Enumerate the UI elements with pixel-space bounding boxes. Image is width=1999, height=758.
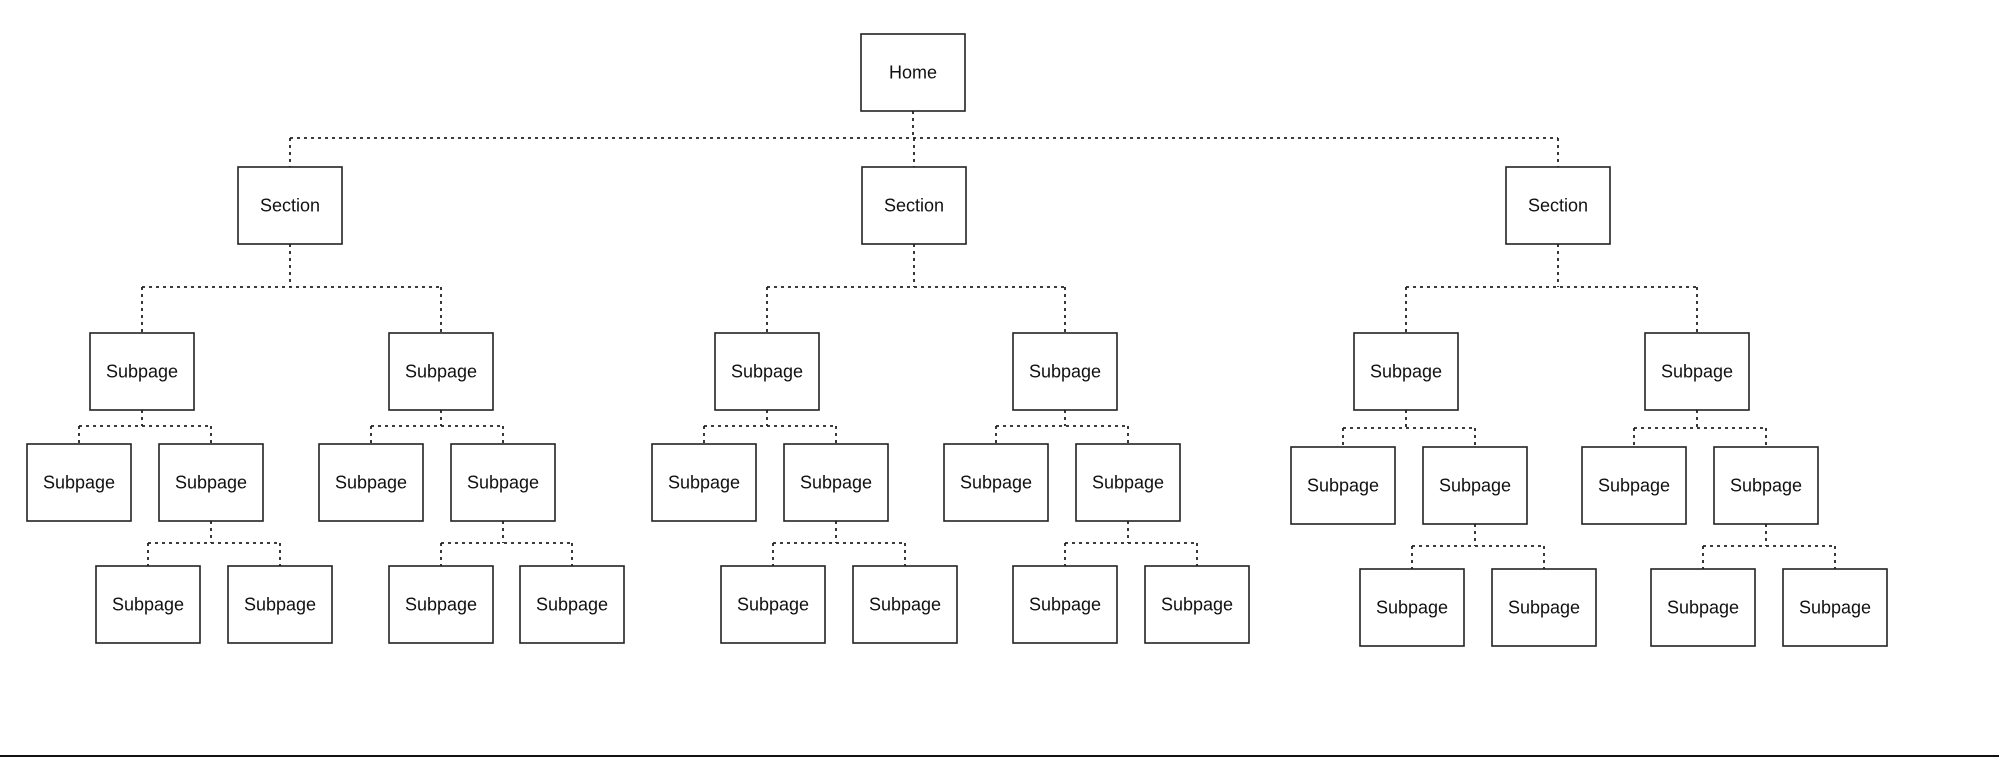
section-node: Section xyxy=(861,166,967,245)
subpage-node: Subpage xyxy=(852,565,958,644)
subpage-node: Subpage xyxy=(388,565,494,644)
node-label: Subpage xyxy=(405,362,477,382)
node-label: Subpage xyxy=(668,473,740,493)
node-label: Subpage xyxy=(467,473,539,493)
node-label: Subpage xyxy=(869,595,941,615)
node-label: Subpage xyxy=(1029,362,1101,382)
subpage-node: Subpage xyxy=(1075,443,1181,522)
subpage-node: Subpage xyxy=(1644,332,1750,411)
subpage-node: Subpage xyxy=(519,565,625,644)
subpage-node: Subpage xyxy=(1144,565,1250,644)
section-node: Section xyxy=(1505,166,1611,245)
subpage-node: Subpage xyxy=(1359,568,1465,647)
node-label: Subpage xyxy=(737,595,809,615)
subpage-node: Subpage xyxy=(714,332,820,411)
subpage-node: Subpage xyxy=(89,332,195,411)
node-label: Subpage xyxy=(960,473,1032,493)
node-label: Subpage xyxy=(1439,476,1511,496)
subpage-node: Subpage xyxy=(1581,446,1687,525)
nodes: Home Section Subpage Subpage Subpage Subpage S… xyxy=(26,33,1888,647)
subpage-node: Subpage xyxy=(318,443,424,522)
subpage-node: Subpage xyxy=(26,443,132,522)
node-label: Subpage xyxy=(244,595,316,615)
sitemap-diagram: Home Section Subpage Subpage Subpage Subpage S… xyxy=(26,33,1888,647)
subpage-node: Subpage xyxy=(158,443,264,522)
node-label: Subpage xyxy=(1508,598,1580,618)
subpage-node: Subpage xyxy=(1782,568,1888,647)
node-label: Subpage xyxy=(536,595,608,615)
subpage-node: Subpage xyxy=(1713,446,1819,525)
node-label: Subpage xyxy=(731,362,803,382)
subpage-node: Subpage xyxy=(95,565,201,644)
bottom-rule xyxy=(0,755,1999,757)
node-label: Subpage xyxy=(1661,362,1733,382)
subpage-node: Subpage xyxy=(943,443,1049,522)
node-label: Subpage xyxy=(800,473,872,493)
node-label: Subpage xyxy=(1029,595,1101,615)
node-label: Subpage xyxy=(405,595,477,615)
node-label: Section xyxy=(884,196,944,216)
node-label: Section xyxy=(1528,196,1588,216)
node-label: Subpage xyxy=(1799,598,1871,618)
node-label: Subpage xyxy=(1307,476,1379,496)
node-label: Subpage xyxy=(1376,598,1448,618)
node-label: Subpage xyxy=(1598,476,1670,496)
subpage-node: Subpage xyxy=(1012,565,1118,644)
subpage-node: Subpage xyxy=(1422,446,1528,525)
subpage-node: Subpage xyxy=(1353,332,1459,411)
subpage-node: Subpage xyxy=(450,443,556,522)
subpage-node: Subpage xyxy=(1650,568,1756,647)
node-label: Subpage xyxy=(1161,595,1233,615)
node-label: Subpage xyxy=(1730,476,1802,496)
node-label: Subpage xyxy=(43,473,115,493)
section-node: Section xyxy=(237,166,343,245)
subpage-node: Subpage xyxy=(1012,332,1118,411)
node-label: Subpage xyxy=(112,595,184,615)
subpage-node: Subpage xyxy=(388,332,494,411)
node-label: Subpage xyxy=(175,473,247,493)
node-label: Subpage xyxy=(1092,473,1164,493)
node-label: Subpage xyxy=(1370,362,1442,382)
subpage-node: Subpage xyxy=(783,443,889,522)
node-label: Subpage xyxy=(335,473,407,493)
subpage-node: Subpage xyxy=(1491,568,1597,647)
subpage-node: Subpage xyxy=(651,443,757,522)
node-label: Subpage xyxy=(1667,598,1739,618)
node-label: Section xyxy=(260,196,320,216)
node-label: Subpage xyxy=(106,362,178,382)
home-node: Home xyxy=(860,33,966,112)
node-label: Home xyxy=(889,63,937,83)
subpage-node: Subpage xyxy=(1290,446,1396,525)
subpage-node: Subpage xyxy=(227,565,333,644)
subpage-node: Subpage xyxy=(720,565,826,644)
